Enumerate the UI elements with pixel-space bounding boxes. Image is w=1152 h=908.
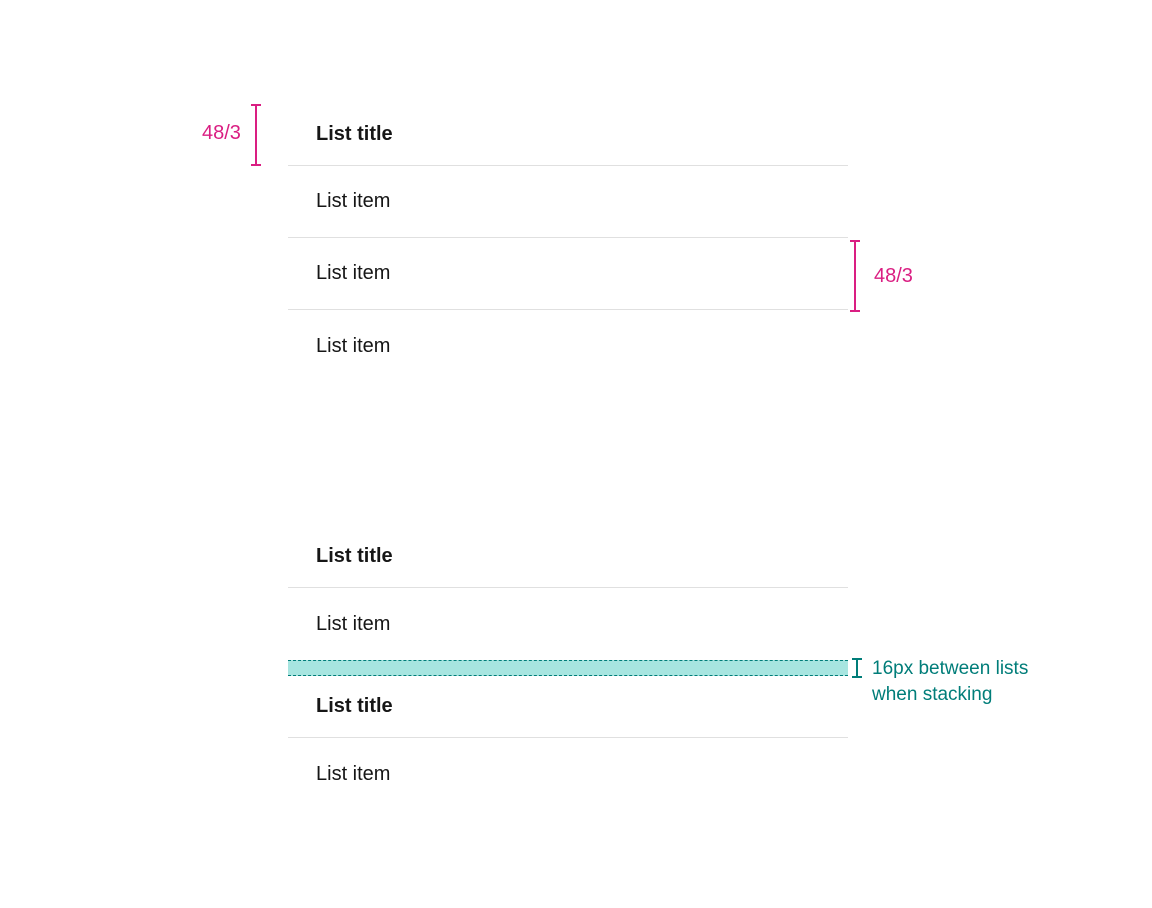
dimension-bar-icon (251, 104, 261, 166)
dimension-marker-row-height: 48/3 (850, 240, 913, 312)
dimension-label-line: when stacking (872, 684, 992, 705)
list-block-stack-a: List title List item (288, 526, 848, 660)
list-item[interactable]: List item (288, 588, 848, 660)
list-title: List title (288, 676, 848, 738)
list-item[interactable]: List item (288, 166, 848, 238)
list-item[interactable]: List item (288, 738, 848, 810)
dimension-marker-stack-gap: 16px between lists when stacking (852, 656, 1028, 707)
dimension-marker-title-height: 48/3 (202, 104, 261, 166)
list-block-stack-b: List title List item (288, 676, 848, 810)
dimension-bar-icon (852, 658, 862, 678)
stack-gap-highlight (288, 660, 848, 676)
dimension-bar-icon (850, 240, 860, 312)
dimension-label-line: 16px between lists (872, 658, 1028, 679)
dimension-label: 16px between lists when stacking (872, 656, 1028, 707)
list-item[interactable]: List item (288, 310, 848, 382)
list-item[interactable]: List item (288, 238, 848, 310)
list-title: List title (288, 104, 848, 166)
list-title: List title (288, 526, 848, 588)
list-block-top: List title List item List item List item (288, 104, 848, 382)
dimension-label: 48/3 (202, 122, 241, 145)
dimension-label: 48/3 (874, 265, 913, 288)
